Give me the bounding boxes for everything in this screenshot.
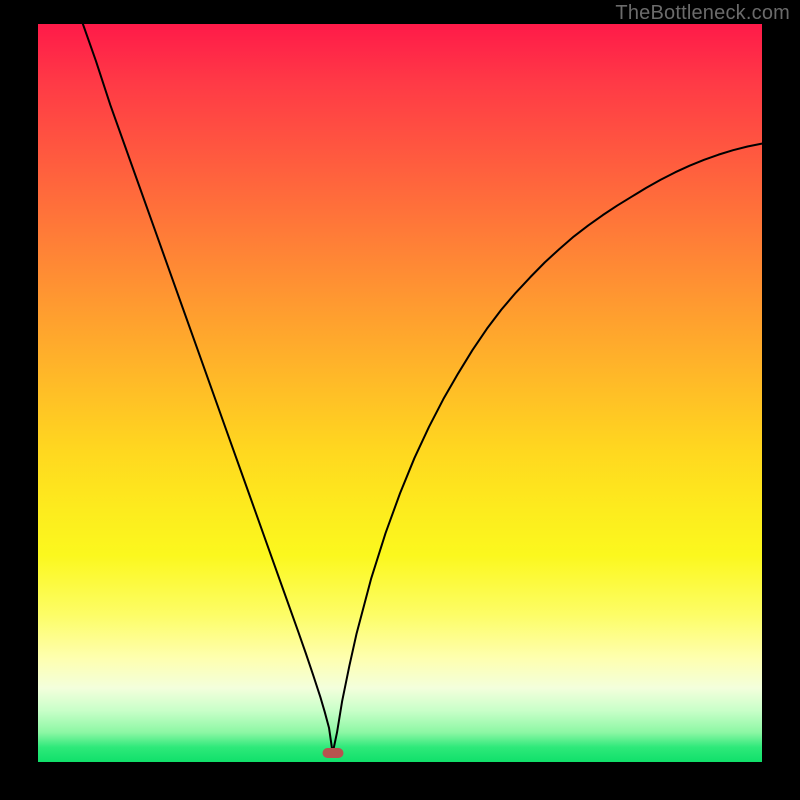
minimum-marker	[322, 748, 343, 758]
chart-frame: TheBottleneck.com	[0, 0, 800, 800]
curve-svg	[38, 24, 762, 762]
watermark-text: TheBottleneck.com	[615, 2, 790, 25]
bottleneck-curve	[83, 24, 762, 753]
plot-area	[38, 24, 762, 762]
